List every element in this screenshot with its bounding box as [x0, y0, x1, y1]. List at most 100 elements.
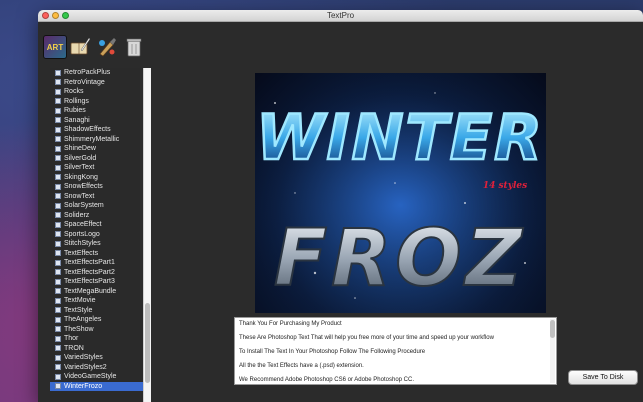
list-item-label: TextEffects [64, 249, 99, 257]
document-icon [55, 316, 61, 323]
list-item-label: TRON [64, 344, 84, 352]
list-item[interactable]: TextStyle [50, 306, 149, 316]
preview-artwork: WINTER 14 styles FROZ [255, 73, 546, 313]
preview-tagline: 14 styles [483, 181, 527, 191]
document-icon [55, 221, 61, 228]
list-item-label: SilverText [64, 164, 95, 171]
minimize-button[interactable] [52, 12, 59, 19]
preview-title-top: WINTER [256, 101, 544, 174]
list-item[interactable]: VariedStyles2 [50, 363, 149, 373]
list-item[interactable]: RetroVintage [50, 78, 149, 88]
scrollbar-thumb[interactable] [145, 303, 150, 383]
close-button[interactable] [42, 12, 49, 19]
list-item[interactable]: TextEffectsPart1 [50, 258, 149, 268]
styles-list-scrollbar[interactable] [143, 68, 151, 402]
list-item[interactable]: SilverGold [50, 154, 149, 164]
list-item-label: RetroPackPlus [64, 69, 111, 76]
list-item-label: Rocks [64, 88, 84, 95]
list-item[interactable]: SpaceEffect [50, 220, 149, 230]
document-icon [55, 126, 61, 133]
list-item[interactable]: SportsLogo [50, 230, 149, 240]
description-line: These Are Photoshop Text That will help … [239, 335, 494, 341]
list-item[interactable]: Thor [50, 334, 149, 344]
paint-brush-icon [99, 38, 116, 57]
document-icon [55, 193, 61, 200]
list-item[interactable]: TextEffects [50, 249, 149, 259]
save-to-disk-button[interactable]: Save To Disk [568, 370, 638, 385]
list-item[interactable]: ShimmeryMetallic [50, 135, 149, 145]
document-icon [55, 69, 61, 76]
list-item[interactable]: Rollings [50, 97, 149, 107]
document-icon [55, 364, 61, 371]
window-title: TextPro [326, 11, 355, 20]
styles-list[interactable]: RetroPackPlus RetroVintage Rocks Rollings Ru… [50, 68, 149, 402]
description-scrollbar[interactable] [550, 319, 555, 383]
document-icon [55, 335, 61, 342]
document-icon [55, 164, 61, 171]
list-item-label: Rollings [64, 97, 89, 105]
list-item[interactable]: SilverText [50, 163, 149, 173]
list-item[interactable]: Sanaghi [50, 116, 149, 126]
document-icon [55, 145, 61, 152]
list-item[interactable]: StitchStyles [50, 239, 149, 249]
list-item-label: TextStyle [64, 306, 93, 314]
list-item[interactable]: VideoGameStyle [50, 372, 149, 382]
description-line: We Recommend Adobe Photoshop CS6 or Adob… [239, 377, 414, 383]
list-item[interactable]: Rocks [50, 87, 149, 97]
list-item[interactable]: SnowEffects [50, 182, 149, 192]
document-icon [55, 88, 61, 95]
list-item[interactable]: TextEffectsPart2 [50, 268, 149, 278]
info-button[interactable] [68, 35, 92, 59]
list-item-label: ShadowEffects [64, 126, 111, 133]
list-item[interactable]: ShadowEffects [50, 125, 149, 135]
list-item[interactable]: SkingKong [50, 173, 149, 183]
document-icon [55, 269, 61, 276]
zoom-button[interactable] [62, 12, 69, 19]
list-item[interactable]: ShineDew [50, 144, 149, 154]
document-icon [55, 183, 61, 190]
delete-button[interactable] [122, 35, 146, 59]
list-item-label: StitchStyles [64, 240, 101, 247]
document-icon [55, 307, 61, 314]
document-icon [55, 383, 61, 390]
document-icon [55, 326, 61, 333]
document-icon [55, 354, 61, 361]
list-item[interactable]: TheShow [50, 325, 149, 335]
list-item[interactable]: TextEffectsPart3 [50, 277, 149, 287]
document-icon [55, 174, 61, 181]
document-icon [55, 240, 61, 247]
title-bar: TextPro [38, 10, 643, 22]
art-button[interactable]: ART [43, 35, 67, 59]
list-item-label: SolarSystem [64, 202, 104, 209]
list-item-label: ShineDew [64, 145, 96, 152]
list-item[interactable]: Rubies [50, 106, 149, 116]
book-quill-icon [70, 37, 91, 55]
list-item[interactable]: TextMegaBundle [50, 287, 149, 297]
list-item[interactable]: WinterFrozo [50, 381, 149, 391]
list-item[interactable]: Soliderz [50, 211, 149, 221]
list-item[interactable]: SnowText [50, 192, 149, 202]
list-item[interactable]: RetroPackPlus [50, 68, 149, 78]
list-item-label: RetroVintage [64, 78, 105, 86]
brush-button[interactable] [95, 35, 119, 59]
description-line: All the the Text Effects have a (.psd) e… [239, 363, 364, 369]
list-item-label: TextEffectsPart3 [64, 278, 115, 285]
description-scroll-thumb[interactable] [550, 320, 555, 338]
list-item[interactable]: TextMovie [50, 296, 149, 306]
list-item-label: TheShow [64, 325, 94, 333]
list-item[interactable]: SolarSystem [50, 201, 149, 211]
list-item-label: SilverGold [64, 154, 97, 162]
list-item-label: TextMovie [64, 297, 96, 304]
document-icon [55, 259, 61, 266]
art-icon: ART [46, 42, 64, 52]
description-text-area[interactable]: Thank You For Purchasing My Product Thes… [234, 317, 557, 385]
trash-icon [126, 38, 142, 57]
list-item[interactable]: TheAngeles [50, 315, 149, 325]
list-item-label: ShimmeryMetallic [64, 135, 120, 143]
description-line: To Install The Text In Your Photoshop Fo… [239, 349, 426, 355]
description-line: Thank You For Purchasing My Product [239, 321, 342, 327]
document-icon [55, 250, 61, 257]
document-icon [55, 107, 61, 114]
list-item[interactable]: TRON [50, 344, 149, 354]
list-item[interactable]: VariedStyles [50, 353, 149, 363]
